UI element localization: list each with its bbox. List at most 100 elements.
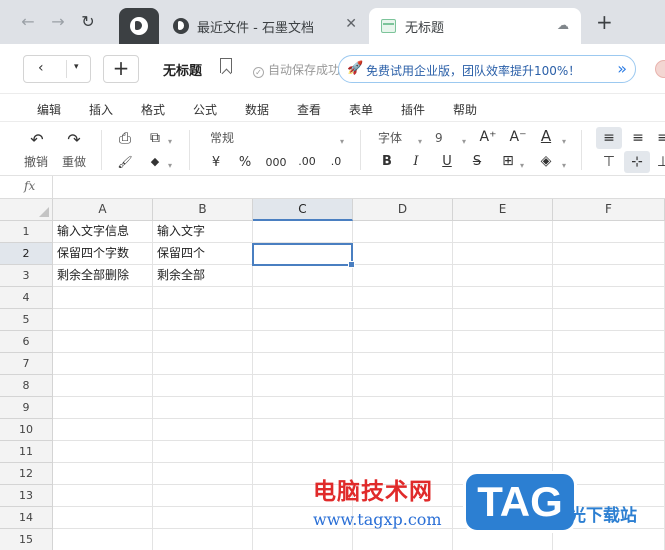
cell-b8[interactable] xyxy=(153,375,253,397)
italic-button[interactable]: I xyxy=(409,154,423,170)
browser-back-button[interactable]: ← xyxy=(18,12,38,32)
row-header-14[interactable]: 14 xyxy=(0,507,53,529)
cell-b5[interactable] xyxy=(153,309,253,331)
fill-color-button[interactable]: ◈ xyxy=(538,153,554,169)
strikethrough-button[interactable]: S xyxy=(470,154,484,170)
cell-c1[interactable] xyxy=(253,221,353,243)
cell-a5[interactable] xyxy=(53,309,153,331)
row-header-13[interactable]: 13 xyxy=(0,485,53,507)
column-header-d[interactable]: D xyxy=(353,199,453,221)
row-header-15[interactable]: 15 xyxy=(0,529,53,550)
redo-icon[interactable]: ↷ xyxy=(64,132,84,148)
chevron-down-icon[interactable]: ▾ xyxy=(74,62,79,72)
cell-a9[interactable] xyxy=(53,397,153,419)
valign-middle-button[interactable]: ⊹ xyxy=(628,154,646,170)
borders-button[interactable]: ⊞ xyxy=(500,153,516,169)
row-header-7[interactable]: 7 xyxy=(0,353,53,375)
cell-b2[interactable]: 保留四个 xyxy=(153,243,253,265)
cell-e9[interactable] xyxy=(453,397,553,419)
avatar[interactable] xyxy=(655,60,665,78)
row-header-4[interactable]: 4 xyxy=(0,287,53,309)
clear-format-icon[interactable]: ◆ xyxy=(146,154,164,170)
row-header-2[interactable]: 2 xyxy=(0,243,53,265)
cell-c6[interactable] xyxy=(253,331,353,353)
redo-button[interactable]: 重做 xyxy=(62,154,86,170)
chevron-down-icon[interactable]: ▾ xyxy=(562,134,566,150)
currency-button[interactable]: ¥ xyxy=(209,155,223,171)
cell-a15[interactable] xyxy=(53,529,153,550)
align-center-button[interactable]: ≡ xyxy=(629,130,647,146)
cell-b13[interactable] xyxy=(153,485,253,507)
format-painter-icon[interactable]: 🖌 xyxy=(116,154,134,170)
pinned-tab[interactable] xyxy=(119,8,159,44)
chevron-left-icon[interactable]: ‹ xyxy=(38,60,44,76)
row-header-10[interactable]: 10 xyxy=(0,419,53,441)
cell-d4[interactable] xyxy=(353,287,453,309)
add-button[interactable]: + xyxy=(103,55,139,83)
column-header-e[interactable]: E xyxy=(453,199,553,221)
cell-c5[interactable] xyxy=(253,309,353,331)
cell-f4[interactable] xyxy=(553,287,665,309)
valign-bottom-button[interactable]: ⊥ xyxy=(656,154,665,170)
font-color-button[interactable]: A xyxy=(538,128,554,144)
cell-d1[interactable] xyxy=(353,221,453,243)
tab-untitled[interactable]: 无标题 ☁ xyxy=(369,8,581,44)
cell-d9[interactable] xyxy=(353,397,453,419)
chevron-down-icon[interactable]: ▾ xyxy=(418,134,422,150)
cell-f10[interactable] xyxy=(553,419,665,441)
cell-a12[interactable] xyxy=(53,463,153,485)
chevron-down-icon[interactable]: ▾ xyxy=(168,158,172,174)
cell-c11[interactable] xyxy=(253,441,353,463)
cell-a6[interactable] xyxy=(53,331,153,353)
menu-view[interactable]: 查看 xyxy=(297,101,321,118)
chevron-down-icon[interactable]: ▾ xyxy=(462,134,466,150)
print-icon[interactable]: ⎙ xyxy=(116,130,134,146)
cell-a14[interactable] xyxy=(53,507,153,529)
cell-a4[interactable] xyxy=(53,287,153,309)
cell-f3[interactable] xyxy=(553,265,665,287)
undo-icon[interactable]: ↶ xyxy=(27,132,47,148)
cell-b9[interactable] xyxy=(153,397,253,419)
underline-button[interactable]: U xyxy=(440,154,454,170)
chevron-down-icon[interactable]: ▾ xyxy=(168,134,172,150)
browser-forward-button[interactable]: → xyxy=(48,12,68,32)
cell-e3[interactable] xyxy=(453,265,553,287)
document-title[interactable]: 无标题 xyxy=(163,60,202,79)
row-header-12[interactable]: 12 xyxy=(0,463,53,485)
cell-f11[interactable] xyxy=(553,441,665,463)
cell-e10[interactable] xyxy=(453,419,553,441)
menu-insert[interactable]: 插入 xyxy=(89,101,113,118)
cell-d5[interactable] xyxy=(353,309,453,331)
cell-f1[interactable] xyxy=(553,221,665,243)
cell-c8[interactable] xyxy=(253,375,353,397)
cell-f2[interactable] xyxy=(553,243,665,265)
cell-c4[interactable] xyxy=(253,287,353,309)
cell-c3[interactable] xyxy=(253,265,353,287)
cell-d11[interactable] xyxy=(353,441,453,463)
column-header-b[interactable]: B xyxy=(153,199,253,221)
cell-b11[interactable] xyxy=(153,441,253,463)
cell-b14[interactable] xyxy=(153,507,253,529)
thousands-button[interactable]: 000 xyxy=(265,155,287,171)
cell-a1[interactable]: 输入文字信息 xyxy=(53,221,153,243)
cell-b6[interactable] xyxy=(153,331,253,353)
enterprise-promo-banner[interactable]: 🚀 免费试用企业版，团队效率提升100%！ » xyxy=(338,55,636,83)
menu-form[interactable]: 表单 xyxy=(349,101,373,118)
back-button-group[interactable]: ‹ ▾ xyxy=(23,55,91,83)
increase-decimal-button[interactable]: .0 xyxy=(328,154,344,170)
select-all-corner[interactable] xyxy=(0,199,53,221)
cell-d7[interactable] xyxy=(353,353,453,375)
tab-recent-files[interactable]: 最近文件 - 石墨文档 ✕ xyxy=(161,8,367,44)
cell-e8[interactable] xyxy=(453,375,553,397)
menu-data[interactable]: 数据 xyxy=(245,101,269,118)
cell-c9[interactable] xyxy=(253,397,353,419)
cell-b15[interactable] xyxy=(153,529,253,550)
number-format-select[interactable]: 常规 xyxy=(210,130,234,146)
chevron-down-icon[interactable]: ▾ xyxy=(520,158,524,174)
cell-e5[interactable] xyxy=(453,309,553,331)
font-family-select[interactable]: 字体 xyxy=(378,130,402,146)
formula-input[interactable] xyxy=(53,176,665,198)
valign-top-button[interactable]: ⊤ xyxy=(600,154,618,170)
cell-a2[interactable]: 保留四个字数 xyxy=(53,243,153,265)
cell-a10[interactable] xyxy=(53,419,153,441)
